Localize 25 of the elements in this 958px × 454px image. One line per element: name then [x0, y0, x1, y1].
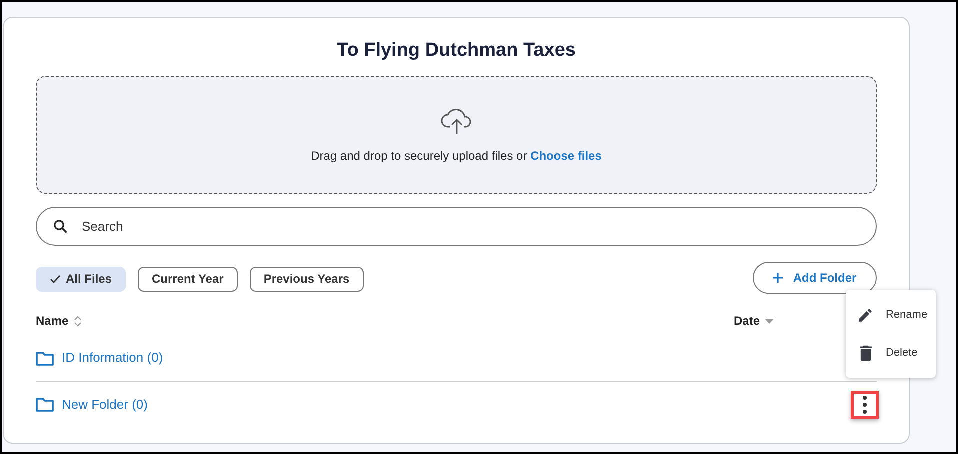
- folder-link[interactable]: ID Information (0): [62, 348, 164, 368]
- filter-chip[interactable]: Previous Years: [250, 266, 364, 292]
- filter-chip[interactable]: Current Year: [138, 266, 238, 292]
- filter-chip[interactable]: All Files: [36, 266, 126, 292]
- menu-item[interactable]: Rename: [846, 296, 936, 334]
- pencil-icon: [857, 306, 874, 324]
- upload-instructions: Drag and drop to securely upload files or Choose files: [311, 148, 602, 165]
- trash-icon: [858, 344, 872, 362]
- search-input[interactable]: Search: [82, 216, 860, 236]
- folder-icon: [36, 397, 54, 412]
- folder-icon: [36, 350, 54, 366]
- search-field[interactable]: Search: [36, 207, 877, 246]
- choose-files-link[interactable]: Choose files: [530, 149, 602, 163]
- sort-down-icon: [765, 318, 774, 324]
- check-icon: [50, 274, 61, 284]
- page-title: To Flying Dutchman Taxes: [336, 39, 577, 63]
- more-options-button[interactable]: [851, 390, 879, 418]
- upload-dropzone[interactable]: Drag and drop to securely upload files or Choose files: [36, 76, 877, 194]
- search-icon: [53, 219, 68, 234]
- menu-item[interactable]: Delete: [846, 334, 936, 372]
- column-header[interactable]: Name: [36, 312, 69, 330]
- folder-link[interactable]: New Folder (0): [62, 394, 148, 414]
- sort-icon: [74, 314, 82, 328]
- column-header[interactable]: Date: [734, 312, 760, 330]
- plus-icon: [773, 273, 784, 283]
